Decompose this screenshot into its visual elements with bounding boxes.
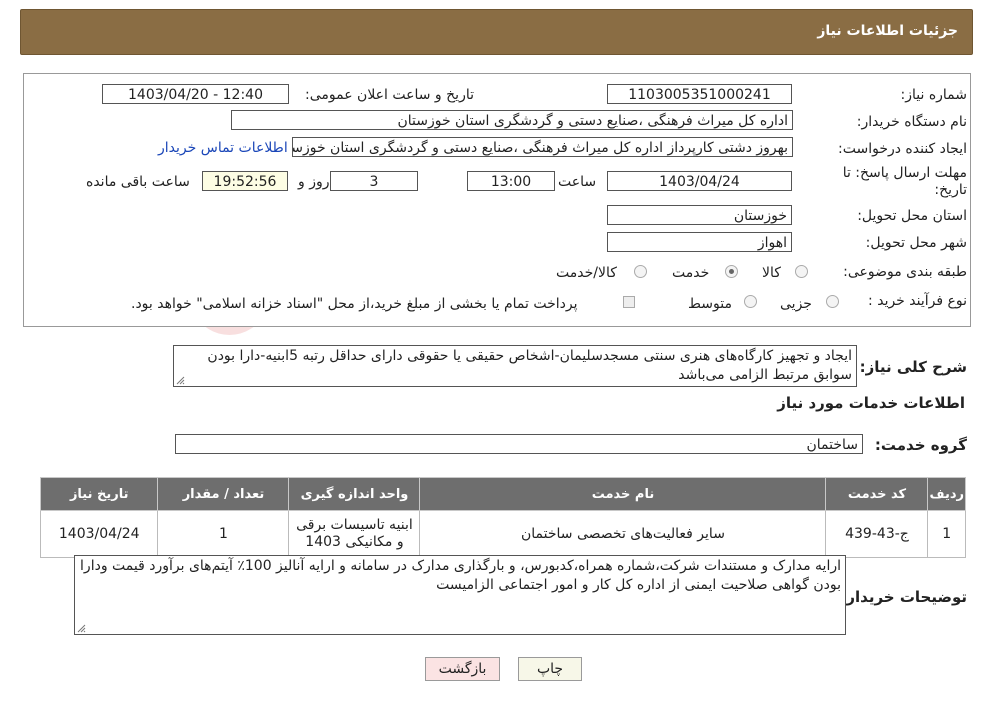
announce-label: تاریخ و ساعت اعلان عمومی: [305,87,474,103]
process-radio-medium[interactable] [744,295,757,308]
treasury-payment-note: پرداخت تمام یا بخشی از مبلغ خرید،از محل … [131,296,578,312]
category-option-service: خدمت [672,265,710,281]
category-option-goods-service: کالا/خدمت [556,265,617,281]
page-header: جزئیات اطلاعات نیاز [20,9,973,55]
category-radio-goods-service[interactable] [634,265,647,278]
service-group-label: گروه خدمت: [874,436,967,454]
province-field: خوزستان [607,205,792,225]
days-remaining-field: 3 [330,171,418,191]
city-field: اهواز [607,232,792,252]
cell-need-date: 1403/04/24 [39,510,159,558]
resize-grip-icon[interactable] [176,376,185,385]
cell-unit: ابنیه تاسیسات برقی و مکانیکی 1403 [288,510,421,558]
cell-service-name: سایر فعالیت‌های تخصصی ساختمان [419,510,827,558]
city-label: شهر محل تحویل: [865,235,967,251]
requester-field: بهروز دشتی کارپرداز اداره کل میراث فرهنگ… [292,137,793,157]
column-header-service-code: کد خدمت [825,477,929,511]
buyer-notes-textarea[interactable]: ارایه مدارک و مستندات شرکت،شماره همراه،ک… [74,555,846,635]
remaining-time-field: 19:52:56 [202,171,288,191]
page-title: جزئیات اطلاعات نیاز [817,23,958,39]
process-label: نوع فرآیند خرید : [868,293,967,309]
category-radio-service[interactable] [725,265,738,278]
services-table-header: ردیف کد خدمت نام خدمت واحد اندازه گیری ت… [39,477,966,511]
summary-label: شرح کلی نیاز: [859,358,967,376]
category-radio-goods[interactable] [795,265,808,278]
province-label: استان محل تحویل: [857,208,967,224]
cell-row-number: 1 [927,510,966,558]
services-section-title: اطلاعات خدمات مورد نیاز [777,394,965,412]
need-number-label: شماره نیاز: [900,87,968,103]
summary-text: ایجاد و تجهیز کارگاه‌های هنری سنتی مسجدس… [207,348,852,383]
deadline-time-label: ساعت [558,174,597,190]
service-group-field: ساختمان [175,434,863,454]
deadline-time-field: 13:00 [467,171,555,191]
category-option-goods: کالا [762,265,781,281]
back-button[interactable]: بازگشت [425,657,500,681]
column-header-need-date: تاریخ نیاز [39,477,159,511]
cell-service-code: ج-43-439 [825,510,929,558]
column-header-row-number: ردیف [927,477,966,511]
process-option-minor: جزیی [780,296,812,312]
deadline-label: مهلت ارسال پاسخ: تا تاریخ: [842,165,967,198]
table-row: 1 ج-43-439 سایر فعالیت‌های تخصصی ساختمان… [39,510,966,558]
requester-label: ایجاد کننده درخواست: [838,141,967,157]
category-label: طبقه بندی موضوعی: [843,264,967,280]
announce-field: 1403/04/20 - 12:40 [102,84,289,104]
summary-textarea[interactable]: ایجاد و تجهیز کارگاه‌های هنری سنتی مسجدس… [173,345,857,387]
resize-grip-icon[interactable] [77,624,86,633]
buyer-org-label: نام دستگاه خریدار: [856,114,967,130]
process-radio-minor[interactable] [826,295,839,308]
buyer-org-field: اداره کل میراث فرهنگی ،صنایع دستی و گردش… [231,110,793,130]
services-table: ردیف کد خدمت نام خدمت واحد اندازه گیری ت… [39,477,966,558]
remaining-time-label: ساعت باقی مانده [86,174,190,190]
column-header-unit: واحد اندازه گیری [288,477,421,511]
cell-quantity: 1 [157,510,290,558]
need-number-field: 1103005351000241 [607,84,792,104]
buyer-notes-label: توضیحات خریدار: [840,588,967,606]
days-label: روز و [298,174,330,190]
process-option-medium: متوسط [688,296,732,312]
column-header-service-name: نام خدمت [419,477,827,511]
buyer-notes-text: ارایه مدارک و مستندات شرکت،شماره همراه،ک… [80,558,841,593]
treasury-payment-checkbox[interactable] [623,296,635,308]
column-header-quantity: تعداد / مقدار [157,477,290,511]
buyer-contact-link[interactable]: اطلاعات تماس خریدار [158,140,288,156]
print-button[interactable]: چاپ [518,657,582,681]
deadline-date-field: 1403/04/24 [607,171,792,191]
